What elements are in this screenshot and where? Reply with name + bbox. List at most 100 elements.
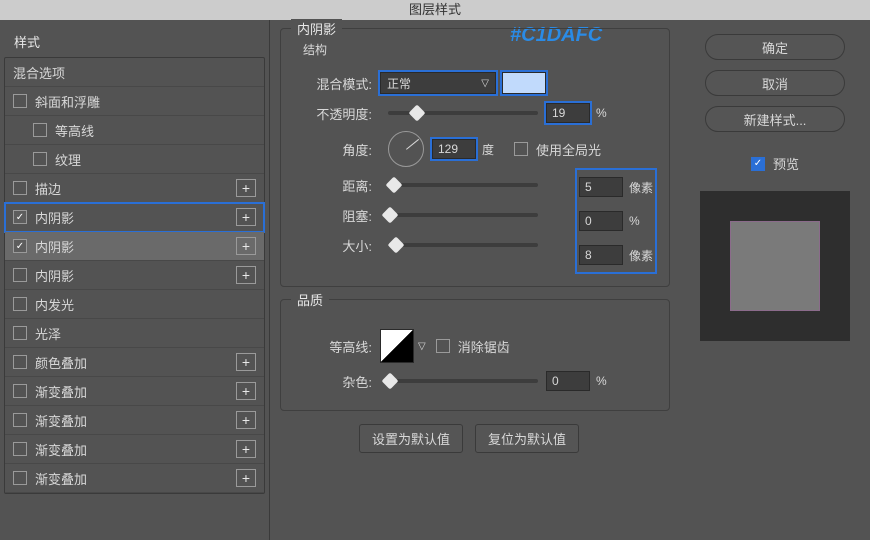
- distance-slider[interactable]: [388, 183, 538, 187]
- angle-unit: 度: [476, 141, 506, 158]
- choke-slider[interactable]: [388, 213, 538, 217]
- add-effect-icon[interactable]: +: [236, 179, 256, 197]
- sidebar-item-contour[interactable]: 等高线: [5, 116, 264, 145]
- contour-picker[interactable]: [380, 329, 414, 363]
- panel-title: 内阴影: [291, 19, 342, 38]
- color-swatch[interactable]: [502, 72, 546, 94]
- opacity-row: 不透明度: 19 %: [295, 98, 655, 128]
- noise-input[interactable]: 0: [546, 371, 590, 391]
- sidebar-item-satin[interactable]: 光泽: [5, 319, 264, 348]
- antialias-checkbox[interactable]: [436, 339, 450, 353]
- distance-input[interactable]: 5: [579, 177, 623, 197]
- add-effect-icon[interactable]: +: [236, 353, 256, 371]
- sidebar-item-gradient-overlay-4[interactable]: 渐变叠加 +: [5, 464, 264, 493]
- noise-label: 杂色:: [295, 372, 380, 391]
- checkbox-icon[interactable]: [13, 326, 27, 340]
- blending-options-item[interactable]: 混合选项: [5, 58, 264, 87]
- reset-default-button[interactable]: 复位为默认值: [475, 424, 579, 453]
- new-style-label: 新建样式...: [744, 110, 807, 129]
- item-label: 内阴影: [35, 237, 236, 256]
- sidebar-item-gradient-overlay-2[interactable]: 渐变叠加 +: [5, 406, 264, 435]
- checkbox-icon[interactable]: [13, 268, 27, 282]
- choke-unit: %: [623, 214, 653, 228]
- checkbox-icon[interactable]: [13, 442, 27, 456]
- sidebar-item-inner-glow[interactable]: 内发光: [5, 290, 264, 319]
- blend-mode-row: 混合模式: 正常 ▽: [295, 68, 655, 98]
- sidebar-item-gradient-overlay-1[interactable]: 渐变叠加 +: [5, 377, 264, 406]
- chevron-down-icon[interactable]: ▽: [418, 341, 426, 352]
- item-label: 渐变叠加: [35, 411, 236, 430]
- sidebar-item-gradient-overlay-3[interactable]: 渐变叠加 +: [5, 435, 264, 464]
- choke-input[interactable]: 0: [579, 211, 623, 231]
- sidebar-item-inner-shadow-1[interactable]: 内阴影 +: [5, 203, 264, 232]
- global-light-checkbox[interactable]: [514, 142, 528, 156]
- defaults-row: 设置为默认值 复位为默认值: [280, 423, 670, 453]
- checkbox-icon[interactable]: [13, 355, 27, 369]
- add-effect-icon[interactable]: +: [236, 440, 256, 458]
- size-input[interactable]: 8: [579, 245, 623, 265]
- right-column: 确定 取消 新建样式... 预览: [680, 20, 870, 540]
- sidebar-item-texture[interactable]: 纹理: [5, 145, 264, 174]
- distance-unit: 像素: [623, 179, 653, 196]
- checkbox-icon[interactable]: [13, 210, 27, 224]
- distance-values-block: 5像素 0% 8像素: [577, 170, 655, 272]
- size-label: 大小:: [295, 236, 380, 255]
- checkbox-icon[interactable]: [13, 413, 27, 427]
- opacity-input[interactable]: 19: [546, 103, 590, 123]
- noise-row: 杂色: 0 %: [295, 366, 655, 396]
- angle-row: 角度: 129 度 使用全局光: [295, 128, 655, 170]
- checkbox-icon[interactable]: [13, 239, 27, 253]
- item-label: 内阴影: [35, 208, 236, 227]
- add-effect-icon[interactable]: +: [236, 208, 256, 226]
- checkbox-icon[interactable]: [13, 94, 27, 108]
- ok-label: 确定: [762, 38, 788, 57]
- size-slider[interactable]: [388, 243, 538, 247]
- chevron-down-icon: ▽: [481, 78, 489, 89]
- blend-mode-select[interactable]: 正常 ▽: [380, 72, 496, 94]
- noise-slider[interactable]: [388, 379, 538, 383]
- preview-checkbox[interactable]: [751, 157, 765, 171]
- checkbox-icon[interactable]: [33, 152, 47, 166]
- sidebar-item-inner-shadow-2[interactable]: 内阴影 +: [5, 232, 264, 261]
- item-label: 等高线: [55, 121, 256, 140]
- sidebar-item-inner-shadow-3[interactable]: 内阴影 +: [5, 261, 264, 290]
- angle-input[interactable]: 129: [432, 139, 476, 159]
- new-style-button[interactable]: 新建样式...: [705, 106, 845, 132]
- opacity-slider[interactable]: [388, 111, 538, 115]
- size-unit: 像素: [623, 247, 653, 264]
- choke-row: 阻塞:: [295, 200, 577, 230]
- checkbox-icon[interactable]: [33, 123, 47, 137]
- add-effect-icon[interactable]: +: [236, 469, 256, 487]
- ok-button[interactable]: 确定: [705, 34, 845, 60]
- choke-label: 阻塞:: [295, 206, 380, 225]
- angle-dial[interactable]: [388, 131, 424, 167]
- checkbox-icon[interactable]: [13, 471, 27, 485]
- sidebar-item-bevel[interactable]: 斜面和浮雕: [5, 87, 264, 116]
- add-effect-icon[interactable]: +: [236, 382, 256, 400]
- set-default-button[interactable]: 设置为默认值: [359, 424, 463, 453]
- sidebar-item-stroke[interactable]: 描边 +: [5, 174, 264, 203]
- contour-label: 等高线:: [295, 337, 380, 356]
- sidebar-item-color-overlay[interactable]: 颜色叠加 +: [5, 348, 264, 377]
- add-effect-icon[interactable]: +: [236, 411, 256, 429]
- add-effect-icon[interactable]: +: [236, 237, 256, 255]
- checkbox-icon[interactable]: [13, 297, 27, 311]
- item-label: 纹理: [55, 150, 256, 169]
- add-effect-icon[interactable]: +: [236, 266, 256, 284]
- angle-label: 角度:: [295, 140, 380, 159]
- dist-rows: 距离: 阻塞: 大小: 5像素 0% 8像素: [295, 170, 655, 272]
- main-area: 样式 混合选项 斜面和浮雕 等高线 纹理 描边 +: [0, 20, 870, 540]
- blending-options-label: 混合选项: [13, 63, 256, 82]
- preview-swatch: [730, 221, 820, 311]
- blend-mode-label: 混合模式:: [295, 74, 380, 93]
- preview-box: [700, 191, 850, 341]
- structure-subtitle: 结构: [303, 41, 655, 58]
- item-label: 渐变叠加: [35, 469, 236, 488]
- quality-group: 品质 等高线: ▽ 消除锯齿 杂色: 0 %: [280, 299, 670, 411]
- cancel-button[interactable]: 取消: [705, 70, 845, 96]
- checkbox-icon[interactable]: [13, 384, 27, 398]
- checkbox-icon[interactable]: [13, 181, 27, 195]
- settings-panel: #C1DAFC 内阴影 结构 混合模式: 正常 ▽ 不透明度: 19 % 角度:: [270, 20, 680, 540]
- noise-unit: %: [590, 374, 620, 388]
- distance-row: 距离:: [295, 170, 577, 200]
